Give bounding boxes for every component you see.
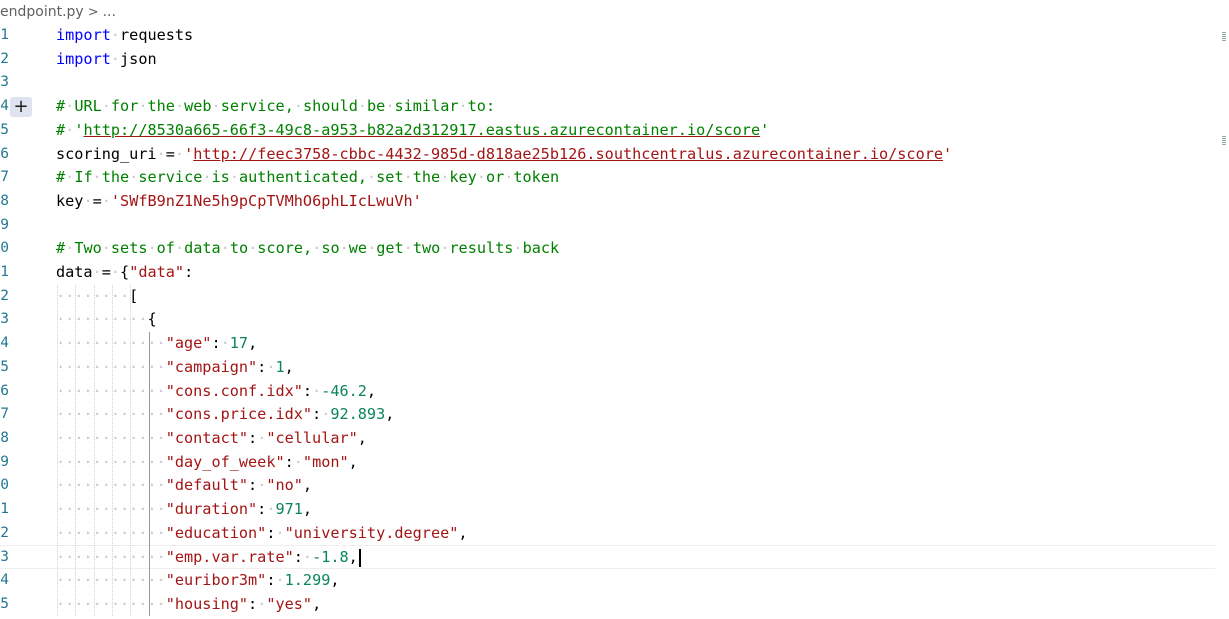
line-number: 2 bbox=[0, 524, 9, 541]
breadcrumb-more[interactable]: ... bbox=[103, 4, 116, 20]
code-line[interactable]: 3 ··········{ bbox=[0, 308, 1215, 332]
chevron-right-icon: > bbox=[87, 4, 99, 20]
minimap-marker bbox=[1222, 136, 1226, 146]
code-editor[interactable]: 1 import·requests 2 import·json 3 4 #·URL·for·… bbox=[0, 24, 1229, 619]
code-line[interactable]: 4 #·URL·for·the·web·service,·should·be·si… bbox=[0, 95, 1215, 119]
line-number: 7 bbox=[0, 406, 9, 423]
code-text: ··········{ bbox=[56, 310, 157, 329]
line-number: 5 bbox=[0, 358, 9, 375]
code-line[interactable]: 2 import·json bbox=[0, 48, 1215, 72]
code-line[interactable]: 6 ············"cons.conf.idx":·-46.2, bbox=[0, 380, 1215, 404]
code-line[interactable]: 2 ········[ bbox=[0, 285, 1215, 309]
line-number: 8 bbox=[0, 429, 9, 446]
code-line[interactable]: 2 ············"education":·"university.de… bbox=[0, 522, 1215, 546]
code-text: ············"day_of_week":·"mon", bbox=[56, 452, 358, 471]
code-line[interactable]: 1 ············"duration":·971, bbox=[0, 498, 1215, 522]
code-text: ············"euribor3m":·1.299, bbox=[56, 571, 340, 590]
line-number: 7 bbox=[0, 169, 9, 186]
line-number: 4 bbox=[0, 572, 9, 589]
code-line[interactable]: 3 ············"emp.var.rate":·-1.8, bbox=[0, 545, 1215, 570]
code-text: #·If·the·service·is·authenticated,·set·t… bbox=[56, 168, 560, 187]
line-number: 1 bbox=[0, 27, 9, 43]
code-line[interactable]: 9 ············"day_of_week":·"mon", bbox=[0, 451, 1215, 475]
indent-guide bbox=[57, 284, 58, 617]
code-text: key·=·'SWfB9nZ1Ne5h9pCpTVMhO6phLIcLwuVh' bbox=[56, 191, 422, 210]
code-line[interactable]: 7 #·If·the·service·is·authenticated,·set·… bbox=[0, 166, 1215, 190]
code-text: ············"campaign":·1, bbox=[56, 357, 294, 376]
line-number: 1 bbox=[0, 264, 9, 280]
code-line[interactable]: 5 ············"housing":·"yes", bbox=[0, 593, 1215, 617]
breadcrumb-file[interactable]: endpoint.py bbox=[0, 4, 84, 20]
indent-guide bbox=[130, 284, 132, 617]
line-number: 3 bbox=[0, 549, 9, 566]
line-number: 3 bbox=[0, 74, 9, 91]
code-line[interactable]: 6 scoring_uri·=·'http://feec3758-cbbc-443… bbox=[0, 143, 1215, 167]
code-line[interactable]: 8 ············"contact":·"cellular", bbox=[0, 427, 1215, 451]
code-text: scoring_uri·=·'http://feec3758-cbbc-4432… bbox=[56, 144, 953, 163]
line-number: 6 bbox=[0, 382, 9, 399]
code-text: ············"housing":·"yes", bbox=[56, 594, 322, 613]
code-line[interactable]: 9 bbox=[0, 214, 1215, 238]
line-number: 1 bbox=[0, 501, 9, 517]
line-number: 9 bbox=[0, 216, 9, 233]
line-number: 0 bbox=[0, 240, 9, 257]
code-line[interactable]: 5 ············"campaign":·1, bbox=[0, 356, 1215, 380]
code-text: ············"contact":·"cellular", bbox=[56, 428, 367, 447]
line-number: 8 bbox=[0, 192, 9, 209]
line-number: 9 bbox=[0, 453, 9, 470]
breadcrumb: endpoint.py > ... bbox=[0, 0, 1229, 24]
code-line[interactable]: 8 key·=·'SWfB9nZ1Ne5h9pCpTVMhO6phLIcLwuVh… bbox=[0, 190, 1215, 214]
code-line[interactable]: 1 import·requests bbox=[0, 24, 1215, 48]
code-text: #·'http://8530a665-66f3-49c8-a953-b82a2d… bbox=[56, 120, 770, 139]
code-text: ············"education":·"university.deg… bbox=[56, 523, 468, 542]
code-text: ············"cons.conf.idx":·-46.2, bbox=[56, 381, 377, 400]
code-text: #·URL·for·the·web·service,·should·be·sim… bbox=[56, 97, 496, 116]
code-text: ········[ bbox=[56, 286, 139, 305]
line-number: 4 bbox=[0, 98, 9, 115]
line-number: 5 bbox=[0, 595, 9, 612]
code-line[interactable]: 0 #·Two·sets·of·data·to·score,·so·we·get·… bbox=[0, 237, 1215, 261]
line-number: 2 bbox=[0, 287, 9, 304]
plus-icon[interactable]: + bbox=[10, 96, 32, 117]
code-line[interactable]: 7 ············"cons.price.idx":·92.893, bbox=[0, 403, 1215, 427]
indent-guide bbox=[75, 284, 77, 617]
line-number: 4 bbox=[0, 335, 9, 352]
code-line[interactable]: 5 #·'http://8530a665-66f3-49c8-a953-b82a2… bbox=[0, 119, 1215, 143]
indent-guide bbox=[111, 284, 113, 617]
code-text: ············"age":·17, bbox=[56, 334, 258, 353]
code-line[interactable]: 0 ············"default":·"no", bbox=[0, 474, 1215, 498]
line-number: 5 bbox=[0, 121, 9, 138]
code-line[interactable]: 4 ············"age":·17, bbox=[0, 332, 1215, 356]
code-text: ············"cons.price.idx":·92.893, bbox=[56, 405, 395, 424]
line-number: 3 bbox=[0, 311, 9, 328]
line-number: 2 bbox=[0, 50, 9, 67]
code-line[interactable]: 1 data·=·{"data": bbox=[0, 261, 1215, 285]
text-cursor bbox=[358, 548, 361, 567]
indent-guide bbox=[93, 284, 95, 617]
code-text: data·=·{"data": bbox=[56, 263, 194, 281]
minimap-marker bbox=[1222, 32, 1226, 42]
line-number: 6 bbox=[0, 145, 9, 162]
code-line[interactable]: 4 ············"euribor3m":·1.299, bbox=[0, 569, 1215, 593]
indent-guide bbox=[148, 332, 150, 617]
code-text: ············"emp.var.rate":·-1.8, bbox=[56, 546, 361, 570]
code-line[interactable]: 3 bbox=[0, 71, 1215, 95]
code-text: import·requests bbox=[56, 26, 194, 44]
code-text: #·Two·sets·of·data·to·score,·so·we·get·t… bbox=[56, 239, 560, 258]
code-text: import·json bbox=[56, 49, 157, 68]
line-number: 0 bbox=[0, 477, 9, 494]
